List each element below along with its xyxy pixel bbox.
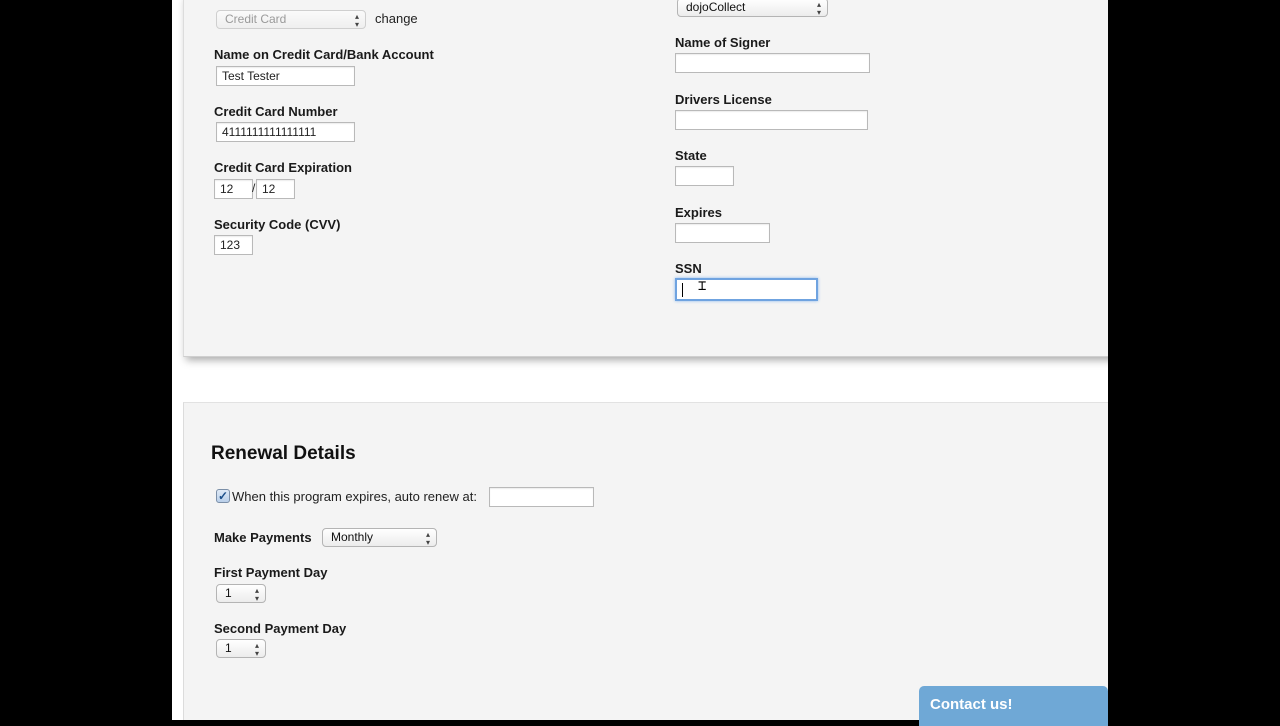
first-day-label: First Payment Day <box>214 565 328 580</box>
expires-field[interactable] <box>675 223 770 243</box>
auto-renew-field[interactable] <box>489 487 594 507</box>
select-arrows-icon: ▴ ▾ <box>425 530 430 547</box>
state-field[interactable] <box>675 166 734 186</box>
collector-value: dojoCollect <box>686 0 746 14</box>
cvv-label: Security Code (CVV) <box>214 217 341 232</box>
ibeam-cursor-icon: ⌶ <box>698 278 707 294</box>
card-number-field[interactable]: 4111111111111111 <box>216 122 355 142</box>
auto-renew-label: When this program expires, auto renew at… <box>232 489 477 504</box>
page: Credit Card ▴ ▾ change Name on Credit Car… <box>172 0 1108 720</box>
exp-month-field[interactable]: 12 <box>214 179 253 199</box>
payment-method-value: Credit Card <box>225 12 287 26</box>
select-arrows-icon: ▴ ▾ <box>254 586 259 603</box>
exp-separator: / <box>252 181 256 195</box>
card-number-label: Credit Card Number <box>214 104 338 119</box>
signer-label: Name of Signer <box>675 35 771 50</box>
collector-select[interactable]: dojoCollect ▴ ▾ <box>677 0 828 17</box>
make-payments-label: Make Payments <box>214 530 312 545</box>
second-day-value: 1 <box>225 641 232 655</box>
make-payments-select[interactable]: Monthly ▴ ▾ <box>322 528 437 547</box>
license-label: Drivers License <box>675 92 772 107</box>
contact-us-label: Contact us! <box>930 696 1013 713</box>
expires-label: Expires <box>675 205 722 220</box>
select-arrows-icon: ▴ ▾ <box>354 12 359 29</box>
license-field[interactable] <box>675 110 868 130</box>
change-link[interactable]: change <box>375 11 418 26</box>
ssn-label: SSN <box>675 261 702 276</box>
contact-us-button[interactable]: Contact us! <box>919 686 1108 726</box>
first-day-select[interactable]: 1 ▴ ▾ <box>216 584 266 603</box>
select-arrows-icon: ▴ ▾ <box>816 0 821 17</box>
name-field[interactable]: Test Tester <box>216 66 355 86</box>
text-caret <box>682 283 683 297</box>
second-day-label: Second Payment Day <box>214 621 347 636</box>
make-payments-value: Monthly <box>331 530 374 544</box>
expiration-label: Credit Card Expiration <box>214 160 352 175</box>
cvv-field[interactable]: 123 <box>214 235 253 255</box>
first-day-value: 1 <box>225 586 232 600</box>
exp-year-field[interactable]: 12 <box>256 179 295 199</box>
renewal-title: Renewal Details <box>211 443 356 464</box>
payment-method-select[interactable]: Credit Card ▴ ▾ <box>216 10 366 29</box>
signer-field[interactable] <box>675 53 870 73</box>
select-arrows-icon: ▴ ▾ <box>254 641 259 658</box>
second-day-select[interactable]: 1 ▴ ▾ <box>216 639 266 658</box>
ssn-field[interactable] <box>675 278 818 301</box>
name-label: Name on Credit Card/Bank Account <box>214 47 434 62</box>
auto-renew-checkbox[interactable]: ✓ <box>216 489 230 503</box>
state-label: State <box>675 148 707 163</box>
